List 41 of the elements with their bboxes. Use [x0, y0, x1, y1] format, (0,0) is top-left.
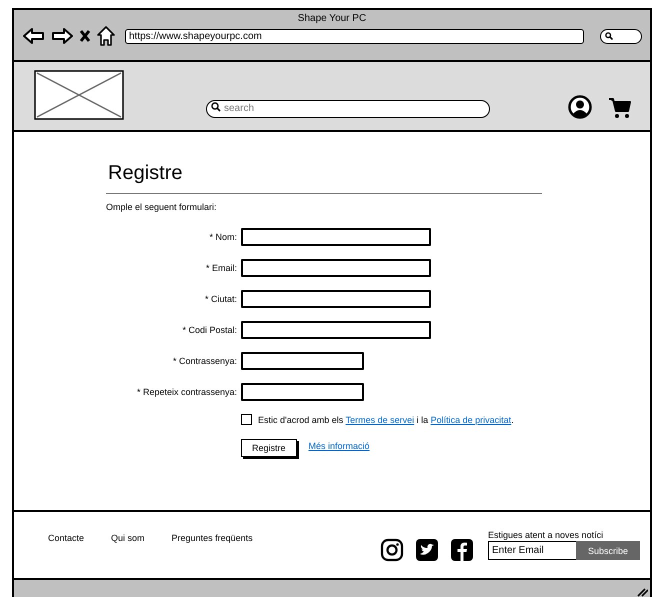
- submit-button[interactable]: Registre: [241, 439, 297, 457]
- input-field[interactable]: [241, 290, 431, 308]
- newsletter-title: Estigues atent a noves notíci: [488, 530, 604, 540]
- browser-search-field[interactable]: [600, 28, 642, 44]
- field-label: * Nom:: [208, 232, 238, 242]
- footer-link[interactable]: Qui som: [111, 533, 145, 543]
- field-label: * Codi Postal:: [181, 324, 238, 334]
- page-title: Registre: [108, 162, 184, 185]
- facebook-icon[interactable]: [450, 538, 474, 562]
- input-field[interactable]: [241, 352, 364, 370]
- input-field[interactable]: [241, 258, 431, 276]
- search-icon: [605, 32, 613, 40]
- agreement-text: Estic d'acrod amb els Termes de servei i la Política de privacitat.: [258, 414, 514, 424]
- address-bar[interactable]: https://www.shapeyourpc.com: [125, 28, 584, 44]
- link[interactable]: Termes de servei: [346, 414, 414, 424]
- more-info-link[interactable]: Més informació: [308, 441, 370, 451]
- form-intro: Omple el seguent formulari:: [106, 202, 218, 212]
- email-field[interactable]: Enter Email: [488, 541, 576, 560]
- input-field[interactable]: [241, 382, 364, 400]
- input-field[interactable]: [241, 228, 431, 246]
- field-label: * Ciutat:: [204, 294, 238, 304]
- user-icon[interactable]: [568, 95, 592, 119]
- forward-icon[interactable]: [51, 27, 73, 45]
- close-icon[interactable]: [79, 29, 91, 43]
- footer-link[interactable]: Preguntes freqüents: [172, 533, 253, 543]
- window-title: Shape Your PC: [296, 12, 368, 24]
- instagram-icon[interactable]: [380, 538, 404, 562]
- subscribe-button[interactable]: Subscribe: [576, 541, 640, 560]
- input-field[interactable]: [241, 320, 431, 338]
- field-label: * Repeteix contrassenya:: [136, 386, 238, 396]
- footer-link[interactable]: Contacte: [48, 533, 84, 543]
- search-field[interactable]: search: [206, 100, 490, 118]
- field-label: * Contrassenya:: [172, 356, 238, 366]
- twitter-icon[interactable]: [415, 538, 439, 562]
- checkbox[interactable]: [241, 414, 252, 425]
- link[interactable]: Política de privacitat: [430, 414, 512, 424]
- back-icon[interactable]: [23, 27, 45, 45]
- resize-grip-icon[interactable]: [636, 587, 648, 597]
- field-label: * Email:: [204, 262, 238, 272]
- cart-icon[interactable]: [608, 97, 632, 119]
- home-icon[interactable]: [97, 26, 115, 46]
